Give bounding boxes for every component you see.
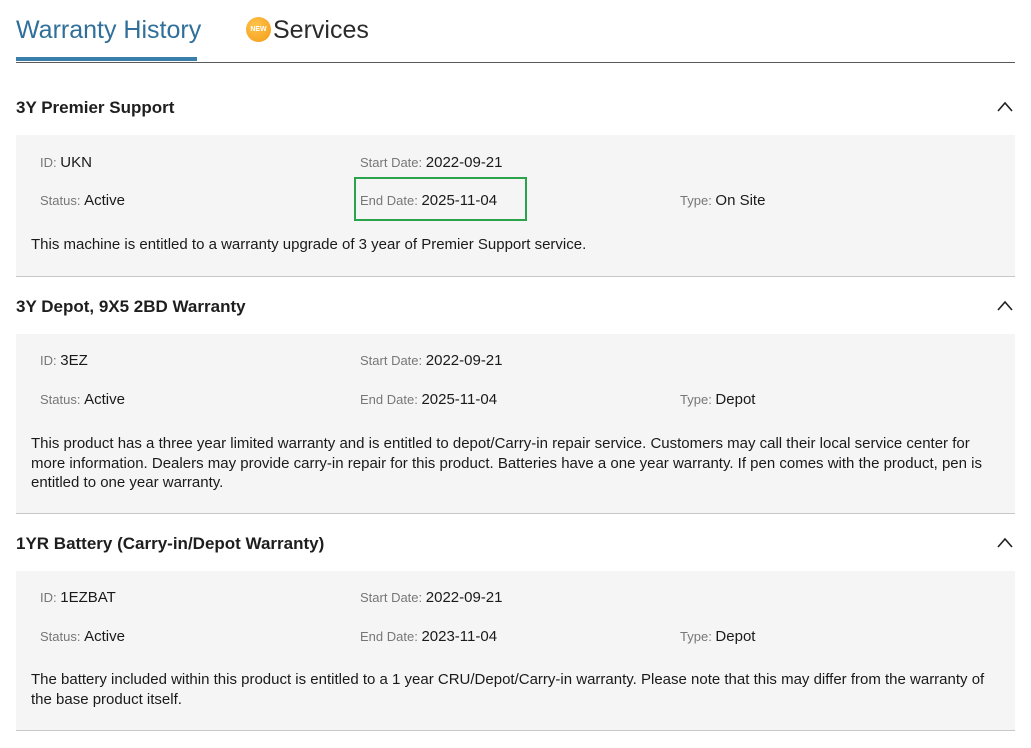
warranty-start-date: Start Date: 2022-09-21 <box>360 589 503 606</box>
warranty-description: This product has a three year limited wa… <box>31 435 982 491</box>
warranty-status: Status: Active <box>40 192 125 209</box>
warranty-description: This machine is entitled to a warranty u… <box>31 236 587 253</box>
warranty-section-depot: 3Y Depot, 9X5 2BD Warranty ID: 3EZ Start… <box>16 288 1015 514</box>
warranty-section-battery: 1YR Battery (Carry-in/Depot Warranty) ID… <box>16 525 1015 731</box>
warranty-id: ID: 3EZ <box>40 352 88 369</box>
warranty-title: 3Y Depot, 9X5 2BD Warranty <box>16 297 246 316</box>
warranty-details-panel: ID: UKN Start Date: 2022-09-21 Status: A… <box>16 135 1015 277</box>
warranty-type: Type: On Site <box>680 192 766 209</box>
warranty-description: The battery included within this product… <box>31 671 985 708</box>
warranty-type: Type: Depot <box>680 628 756 645</box>
warranty-start-date: Start Date: 2022-09-21 <box>360 154 503 171</box>
tab-services-label: Services <box>273 16 369 44</box>
tab-services[interactable]: NEW Services <box>246 16 369 45</box>
warranty-details-panel: ID: 1EZBAT Start Date: 2022-09-21 Status… <box>16 571 1015 731</box>
warranty-id: ID: UKN <box>40 154 92 171</box>
warranty-type: Type: Depot <box>680 391 756 408</box>
warranty-details-panel: ID: 3EZ Start Date: 2022-09-21 Status: A… <box>16 334 1015 514</box>
tab-warranty-history[interactable]: Warranty History <box>16 16 201 45</box>
warranty-status: Status: Active <box>40 391 125 408</box>
chevron-up-icon[interactable] <box>997 99 1013 115</box>
end-date-highlight-box <box>354 177 527 221</box>
warranty-start-date: Start Date: 2022-09-21 <box>360 352 503 369</box>
chevron-up-icon[interactable] <box>997 535 1013 551</box>
new-badge-icon: NEW <box>246 17 271 42</box>
warranty-end-date: End Date: 2025-11-04 <box>360 391 498 408</box>
warranty-section-premier-support: 3Y Premier Support ID: UKN Start Date: 2… <box>16 90 1015 277</box>
warranty-id: ID: 1EZBAT <box>40 589 116 606</box>
tab-bar: Warranty History NEW Services <box>16 0 1015 63</box>
warranty-title: 3Y Premier Support <box>16 98 175 117</box>
warranty-end-date: End Date: 2023-11-04 <box>360 628 498 645</box>
tab-warranty-history-label: Warranty History <box>16 16 202 44</box>
warranty-title: 1YR Battery (Carry-in/Depot Warranty) <box>16 534 325 553</box>
chevron-up-icon[interactable] <box>997 298 1013 314</box>
warranty-status: Status: Active <box>40 628 125 645</box>
active-tab-indicator <box>16 57 197 61</box>
